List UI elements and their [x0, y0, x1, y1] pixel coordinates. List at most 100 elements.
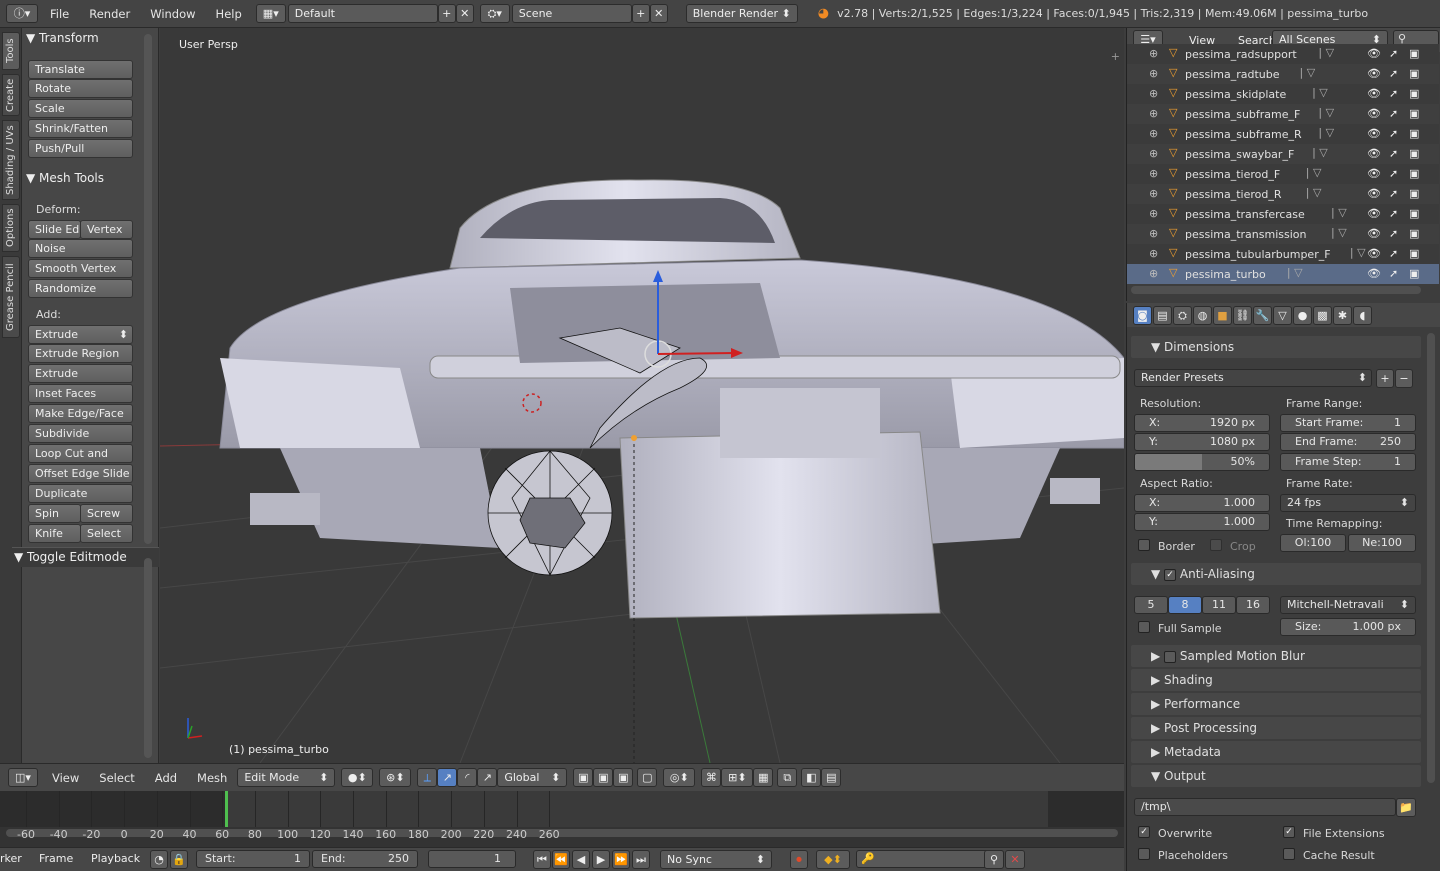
modifiers-tab-icon[interactable]: 🔧: [1253, 306, 1272, 325]
resolution-y-field[interactable]: Y: 1080 px: [1134, 433, 1270, 451]
make-edge-face-button[interactable]: Make Edge/Face: [28, 404, 133, 423]
rotate-manipulator-icon[interactable]: ◜: [457, 768, 478, 787]
render-camera-icon[interactable]: ▣: [1409, 207, 1419, 220]
tab-tools[interactable]: Tools: [2, 32, 20, 70]
aspect-x-field[interactable]: X: 1.000: [1134, 494, 1270, 512]
outliner-item-label[interactable]: pessima_radsupport: [1185, 48, 1297, 61]
vertex-select-icon[interactable]: ▣: [573, 768, 594, 787]
knife-select-button[interactable]: Select: [80, 524, 133, 543]
selectable-cursor-icon[interactable]: ➚: [1389, 247, 1398, 260]
output-path-field[interactable]: /tmp\: [1134, 798, 1396, 816]
manipulator-icon[interactable]: ⟂: [417, 768, 438, 787]
scale-manipulator-icon[interactable]: ↗: [477, 768, 498, 787]
outliner-item-label[interactable]: pessima_subframe_F: [1185, 108, 1300, 121]
toggle-editmode-panel[interactable]: ▼ Toggle Editmode: [12, 547, 159, 567]
extrude-region-button[interactable]: Extrude Region: [28, 344, 133, 363]
expand-icon[interactable]: ⊕: [1149, 247, 1158, 260]
outliner-item[interactable]: ⊕ ▽ pessima_turbo | ▽ 👁 ➚ ▣: [1127, 264, 1439, 284]
outliner-item[interactable]: ⊕ ▽ pessima_tubularbumper_F | ▽ 👁 ➚ ▣: [1127, 244, 1439, 264]
snap-target-icon[interactable]: ▦: [753, 768, 774, 787]
visibility-eye-icon[interactable]: 👁: [1367, 267, 1381, 280]
post-processing-panel-header[interactable]: ▶ Post Processing: [1131, 717, 1421, 739]
aa-samples-11[interactable]: 11: [1202, 596, 1236, 614]
render-presets-select[interactable]: Render Presets ⬍: [1134, 369, 1372, 387]
3d-viewport[interactable]: User Persp (1) pessima_turbo +: [160, 28, 1124, 763]
menu-render[interactable]: Render: [89, 7, 130, 21]
time-remap-new-field[interactable]: Ne:100: [1348, 534, 1416, 552]
inset-faces-button[interactable]: Inset Faces: [28, 384, 133, 403]
outliner-item[interactable]: ⊕ ▽ pessima_tierod_F | ▽ 👁 ➚ ▣: [1127, 164, 1439, 184]
outliner-item-label[interactable]: pessima_tierod_R: [1185, 188, 1282, 201]
selectable-cursor-icon[interactable]: ➚: [1389, 67, 1398, 80]
output-panel-header[interactable]: ▼ Output: [1131, 765, 1421, 787]
plus-icon[interactable]: +: [1111, 50, 1120, 63]
expand-icon[interactable]: ⊕: [1149, 107, 1158, 120]
selectable-cursor-icon[interactable]: ➚: [1389, 167, 1398, 180]
translate-manipulator-icon[interactable]: ↗: [437, 768, 458, 787]
jump-keyframe-back-icon[interactable]: ⏪: [552, 850, 570, 869]
render-animation-icon[interactable]: ▤: [821, 768, 842, 787]
vertex-slide-button[interactable]: Vertex: [80, 220, 133, 239]
world-tab-icon[interactable]: ◍: [1193, 306, 1212, 325]
visibility-eye-icon[interactable]: 👁: [1367, 127, 1381, 140]
cache-result-checkbox[interactable]: [1283, 848, 1295, 860]
insert-keyframe-icon[interactable]: ⚲: [984, 850, 1004, 869]
outliner-item-label[interactable]: pessima_transmission: [1185, 228, 1307, 241]
expand-icon[interactable]: ⊕: [1149, 127, 1158, 140]
menu-mesh[interactable]: Mesh: [197, 771, 227, 785]
anti-aliasing-checkbox[interactable]: ✓: [1164, 568, 1177, 581]
resolution-percentage-slider[interactable]: 50%: [1134, 453, 1270, 471]
timeline[interactable]: -60 -40 -20 0 20 40 60 80 100 120 140 160 180 200 220 2…: [0, 791, 1124, 847]
object-tab-icon[interactable]: ■: [1213, 306, 1232, 325]
face-select-icon[interactable]: ▣: [613, 768, 634, 787]
play-icon[interactable]: ▶: [592, 850, 610, 869]
outliner-item[interactable]: ⊕ ▽ pessima_swaybar_F | ▽ 👁 ➚ ▣: [1127, 144, 1439, 164]
visibility-eye-icon[interactable]: 👁: [1367, 47, 1381, 60]
mode-select[interactable]: Edit Mode ⬍: [237, 768, 336, 787]
expand-icon[interactable]: ⊕: [1149, 187, 1158, 200]
tool-shelf-scrollbar[interactable]: [144, 34, 152, 544]
visibility-eye-icon[interactable]: 👁: [1367, 87, 1381, 100]
scene-tab-icon[interactable]: ⛭: [1173, 306, 1192, 325]
expand-icon[interactable]: ⊕: [1149, 67, 1158, 80]
visibility-eye-icon[interactable]: 👁: [1367, 167, 1381, 180]
render-camera-icon[interactable]: ▣: [1409, 247, 1419, 260]
render-camera-icon[interactable]: ▣: [1409, 47, 1419, 60]
constraints-tab-icon[interactable]: ⛓: [1233, 306, 1252, 325]
selectable-cursor-icon[interactable]: ➚: [1389, 187, 1398, 200]
outliner-item[interactable]: ⊕ ▽ pessima_radtube | ▽ 👁 ➚ ▣: [1127, 64, 1439, 84]
selectable-cursor-icon[interactable]: ➚: [1389, 47, 1398, 60]
texture-tab-icon[interactable]: ▩: [1313, 306, 1332, 325]
performance-panel-header[interactable]: ▶ Performance: [1131, 693, 1421, 715]
jump-keyframe-forward-icon[interactable]: ⏩: [612, 850, 630, 869]
push-pull-button[interactable]: Push/Pull: [28, 139, 133, 158]
transform-panel-header[interactable]: ▼ Transform: [26, 31, 99, 45]
aa-filter-select[interactable]: Mitchell-Netravali ⬍: [1280, 596, 1416, 614]
render-camera-icon[interactable]: ▣: [1409, 127, 1419, 140]
properties-scrollbar[interactable]: [1427, 333, 1435, 783]
frame-rate-select[interactable]: 24 fps ⬍: [1280, 494, 1416, 512]
outliner-item-label[interactable]: pessima_tubularbumper_F: [1185, 248, 1331, 261]
occlude-geometry-icon[interactable]: ▢: [637, 768, 658, 787]
jump-start-icon[interactable]: ⏮: [533, 850, 551, 869]
menu-select[interactable]: Select: [99, 771, 134, 785]
outliner-item[interactable]: ⊕ ▽ pessima_transfercase | ▽ 👁 ➚ ▣: [1127, 204, 1439, 224]
layout-icon[interactable]: ▦▾: [255, 4, 286, 23]
subdivide-button[interactable]: Subdivide: [28, 424, 133, 443]
frame-step-field[interactable]: Frame Step: 1: [1280, 453, 1416, 471]
selectable-cursor-icon[interactable]: ➚: [1389, 227, 1398, 240]
aa-samples-5[interactable]: 5: [1134, 596, 1168, 614]
info-editor-type-button[interactable]: ⓘ▾: [6, 4, 38, 23]
time-remap-old-field[interactable]: Ol:100: [1280, 534, 1346, 552]
render-preview-icon[interactable]: ◧: [801, 768, 822, 787]
edge-select-icon[interactable]: ▣: [593, 768, 614, 787]
start-frame-prop-field[interactable]: Start Frame: 1: [1280, 414, 1416, 432]
outliner-item[interactable]: ⊕ ▽ pessima_tierod_R | ▽ 👁 ➚ ▣: [1127, 184, 1439, 204]
render-tab-icon[interactable]: ◙: [1133, 306, 1152, 325]
tab-shading-uvs[interactable]: Shading / UVs: [2, 120, 20, 200]
aa-samples-16[interactable]: 16: [1236, 596, 1270, 614]
remove-preset-icon[interactable]: −: [1395, 369, 1413, 388]
orientation-select[interactable]: Global ⬍: [497, 768, 568, 787]
selectable-cursor-icon[interactable]: ➚: [1389, 127, 1398, 140]
expand-icon[interactable]: ⊕: [1149, 47, 1158, 60]
